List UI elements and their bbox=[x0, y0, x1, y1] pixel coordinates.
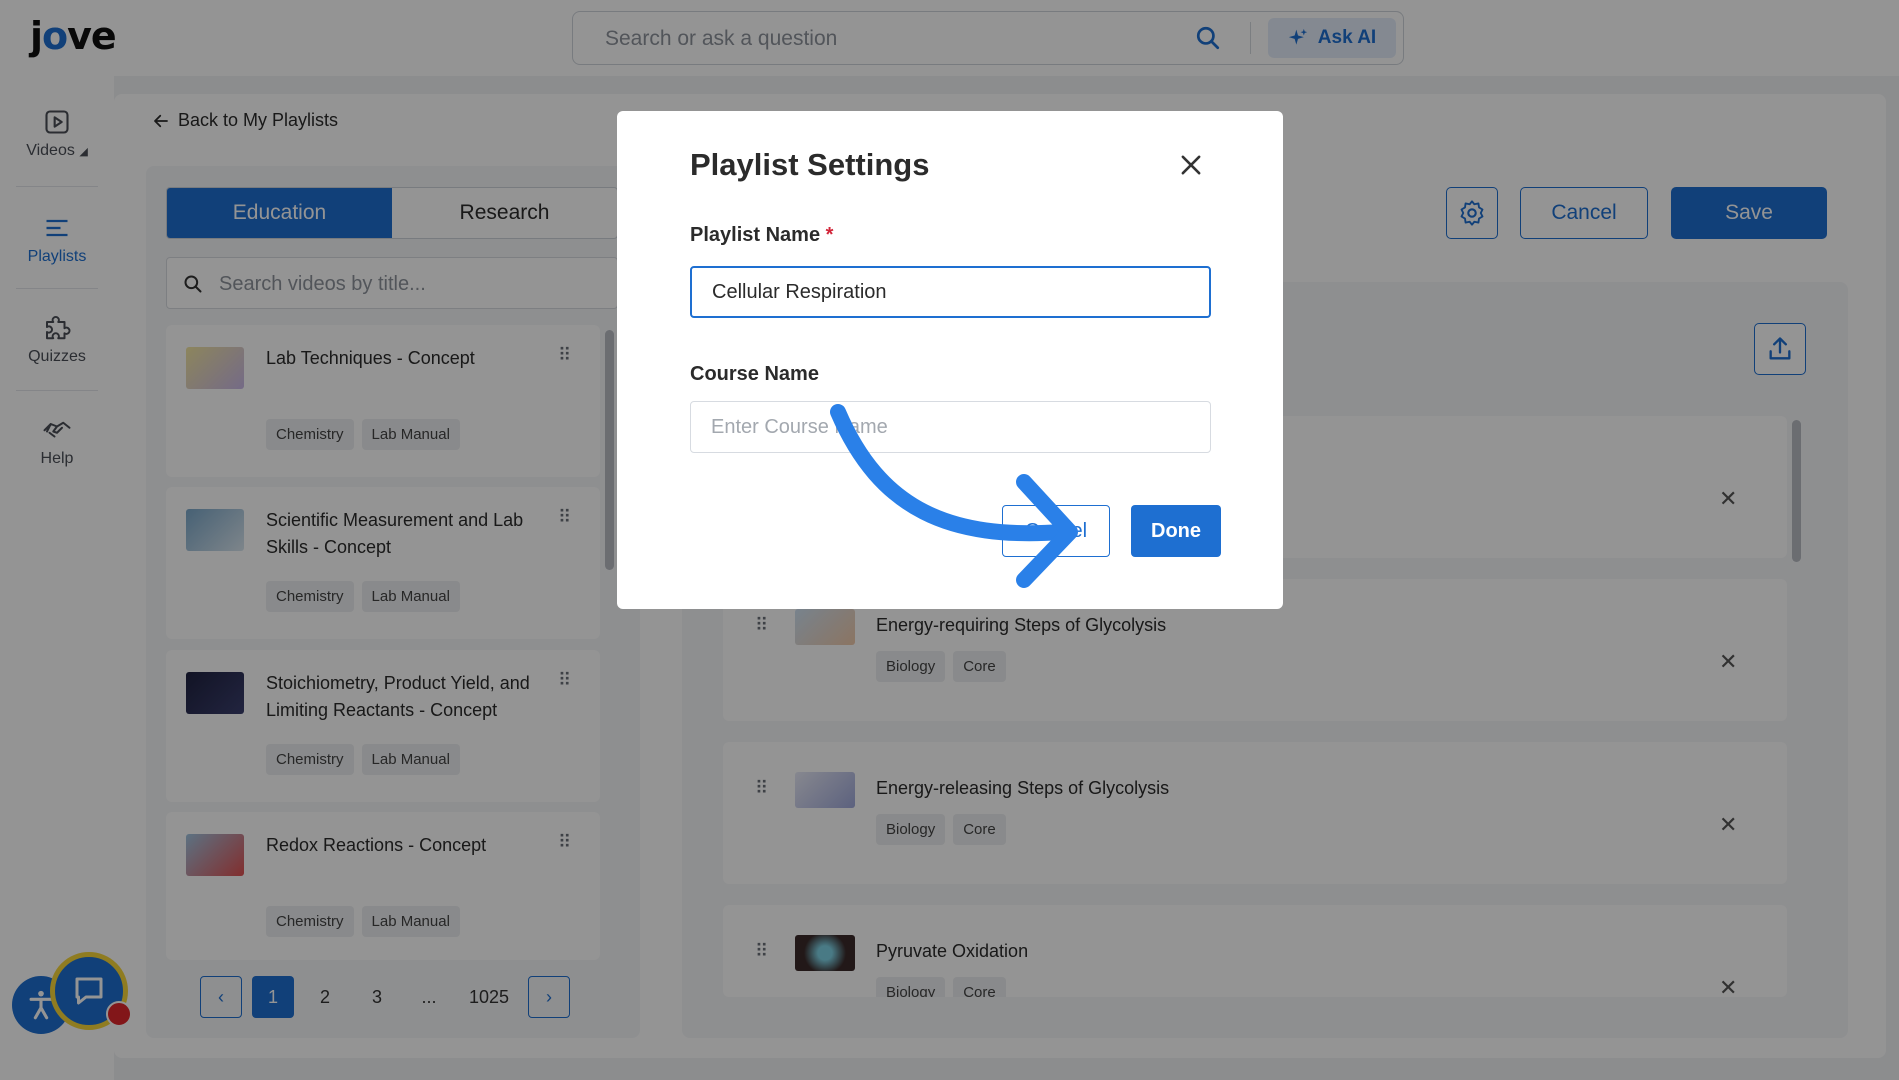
playlist-name-field[interactable] bbox=[690, 266, 1211, 318]
playlist-settings-dialog: Playlist Settings Playlist Name * Course… bbox=[617, 111, 1283, 609]
dialog-cancel-button[interactable]: Cancel bbox=[1002, 505, 1110, 557]
dialog-title: Playlist Settings bbox=[690, 147, 930, 182]
required-mark: * bbox=[825, 224, 834, 246]
done-button[interactable]: Done bbox=[1131, 505, 1221, 557]
course-name-field[interactable] bbox=[690, 401, 1211, 453]
close-icon[interactable] bbox=[1177, 151, 1205, 179]
course-name-label: Course Name bbox=[690, 363, 819, 385]
playlist-name-label: Playlist Name * bbox=[690, 224, 834, 246]
